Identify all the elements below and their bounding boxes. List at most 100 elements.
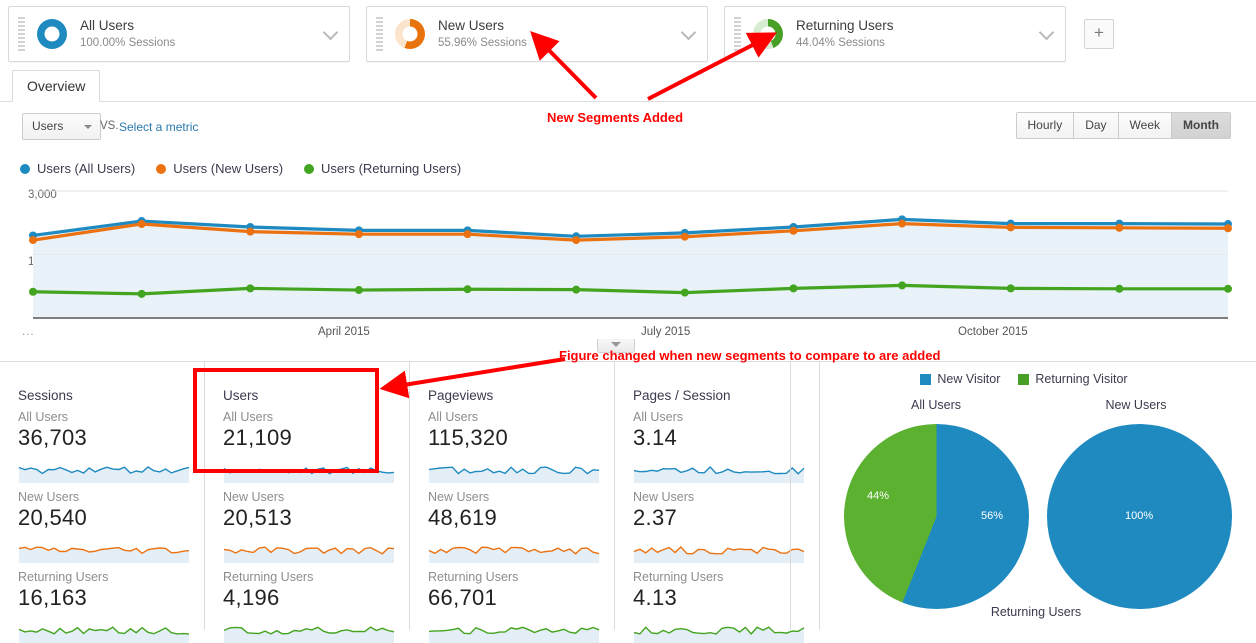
main-line-chart[interactable] <box>20 185 1232 345</box>
metric-row: New Users 2.37 <box>633 490 805 563</box>
metric-row: Returning Users 4.13 <box>633 570 805 643</box>
granularity-month[interactable]: Month <box>1172 113 1230 138</box>
metric-row: New Users 48,619 <box>428 490 600 563</box>
segment-subtitle: 44.04% Sessions <box>796 36 885 49</box>
donut-icon <box>753 19 783 49</box>
pie-legend-returning-visitor[interactable]: Returning Visitor <box>1018 372 1128 386</box>
x-axis-tick-july: July 2015 <box>641 326 691 338</box>
drag-handle-icon[interactable] <box>376 17 383 51</box>
pie-title-returning-users: Returning Users <box>990 605 1082 619</box>
metric-row-label: All Users <box>633 410 684 424</box>
metric-row-label: Returning Users <box>633 570 724 584</box>
metric-row-value: 4,196 <box>223 585 280 610</box>
legend-swatch-icon <box>1018 373 1030 385</box>
metric-row: New Users 20,513 <box>223 490 395 563</box>
segment-bar: All Users 100.00% Sessions New Users 55.… <box>0 0 1256 70</box>
sparkline <box>223 617 395 643</box>
metric-title: Sessions <box>18 388 73 403</box>
chevron-down-icon[interactable] <box>1041 26 1054 39</box>
segment-text: Returning Users 44.04% Sessions <box>796 18 894 50</box>
granularity-day[interactable]: Day <box>1074 113 1119 138</box>
metric-row-value: 16,163 <box>18 585 88 610</box>
segment-name: All Users <box>80 18 135 34</box>
metric-row-value: 20,513 <box>223 505 293 530</box>
legend-label: Users (New Users) <box>173 161 284 176</box>
segment-card-new-users[interactable]: New Users 55.96% Sessions <box>366 6 708 62</box>
pie-legend-new-visitor[interactable]: New Visitor <box>920 372 1000 386</box>
legend-swatch-icon <box>920 373 932 385</box>
metric-row: Returning Users 4,196 <box>223 570 395 643</box>
metric-row-value: 20,540 <box>18 505 88 530</box>
x-axis-tick-october: October 2015 <box>958 326 1028 338</box>
sparkline <box>633 537 805 563</box>
x-axis-ellipsis: ... <box>22 326 35 338</box>
granularity-hourly[interactable]: Hourly <box>1016 113 1075 138</box>
pie-slice-label-returning-visitor: 44% <box>867 490 890 502</box>
segment-text: New Users 55.96% Sessions <box>438 18 527 50</box>
sparkline <box>428 537 600 563</box>
metric-row-label: Returning Users <box>223 570 314 584</box>
vs-label: VS. <box>100 120 119 132</box>
sparkline <box>633 457 805 483</box>
metric-row-value: 3.14 <box>633 425 678 450</box>
sparkline <box>223 537 395 563</box>
metric-column-pageviews: Pageviews All Users 115,320 New Users 48… <box>410 362 615 643</box>
metric-row-label: All Users <box>18 410 69 424</box>
pie-legend: New Visitor Returning Visitor <box>791 372 1256 386</box>
granularity-week[interactable]: Week <box>1118 113 1173 138</box>
pie-legend-label: New Visitor <box>937 372 1001 386</box>
segment-subtitle: 100.00% Sessions <box>80 36 176 49</box>
caret-down-icon <box>84 125 92 129</box>
metric-row-value: 2.37 <box>633 505 678 530</box>
metric-row: New Users 20,540 <box>18 490 190 563</box>
select-a-metric-link[interactable]: Select a metric <box>119 120 198 134</box>
metric-row-label: New Users <box>633 490 695 504</box>
pie-legend-label: Returning Visitor <box>1035 372 1128 386</box>
metric-row: Returning Users 66,701 <box>428 570 600 643</box>
chevron-down-icon[interactable] <box>683 26 696 39</box>
legend-item-returning-users[interactable]: Users (Returning Users) <box>304 161 461 176</box>
add-segment-button[interactable]: + <box>1084 19 1114 49</box>
segment-card-returning-users[interactable]: Returning Users 44.04% Sessions <box>724 6 1066 62</box>
metric-row-label: Returning Users <box>18 570 109 584</box>
legend-dot-icon <box>20 163 30 174</box>
metric-column-sessions: Sessions All Users 36,703 New Users 20,5… <box>0 362 205 643</box>
metric-title: Pageviews <box>428 388 494 403</box>
pie-title-all-users: All Users <box>910 398 961 412</box>
segment-name: New Users <box>438 18 505 34</box>
tab-strip: Overview <box>0 70 1256 102</box>
legend-item-all-users[interactable]: Users (All Users) <box>20 161 135 176</box>
metric-summary-grid: Sessions All Users 36,703 New Users 20,5… <box>0 362 820 643</box>
x-axis-tick-april: April 2015 <box>318 326 370 338</box>
pie-slice-label-new-users-100: 100% <box>1125 510 1154 522</box>
segment-card-all-users[interactable]: All Users 100.00% Sessions <box>8 6 350 62</box>
metric-row-label: Returning Users <box>428 570 519 584</box>
segment-name: Returning Users <box>796 18 894 34</box>
chart-legend: Users (All Users) Users (New Users) User… <box>20 161 461 176</box>
metric-row: All Users 115,320 <box>428 410 600 483</box>
sparkline <box>18 537 190 563</box>
donut-icon <box>37 19 67 49</box>
metric-row: Returning Users 16,163 <box>18 570 190 643</box>
legend-label: Users (All Users) <box>37 161 136 176</box>
drag-handle-icon[interactable] <box>18 17 25 51</box>
annotation-highlight-box <box>193 368 379 473</box>
metric-row-value: 66,701 <box>428 585 498 610</box>
drag-handle-icon[interactable] <box>734 17 741 51</box>
visitor-type-pies: New Visitor Returning Visitor All Users … <box>790 362 1256 630</box>
legend-label: Users (Returning Users) <box>321 161 462 176</box>
tab-overview[interactable]: Overview <box>12 70 101 102</box>
legend-dot-icon <box>304 163 315 174</box>
chevron-down-icon[interactable] <box>325 26 338 39</box>
metric-row-value: 115,320 <box>428 425 508 450</box>
annotation-figure-changed: Figure changed when new segments to comp… <box>559 348 941 363</box>
metric-row-value: 4.13 <box>633 585 678 610</box>
analytics-audience-overview: All Users 100.00% Sessions New Users 55.… <box>0 0 1256 643</box>
metric-row-label: New Users <box>428 490 490 504</box>
legend-item-new-users[interactable]: Users (New Users) <box>156 161 283 176</box>
metric-title: Pages / Session <box>633 388 731 403</box>
pie-title-new-users: New Users <box>1105 398 1167 412</box>
metric-row: All Users 3.14 <box>633 410 805 483</box>
annotation-new-segments-added: New Segments Added <box>547 110 684 125</box>
metric-select[interactable]: Users <box>22 113 101 140</box>
